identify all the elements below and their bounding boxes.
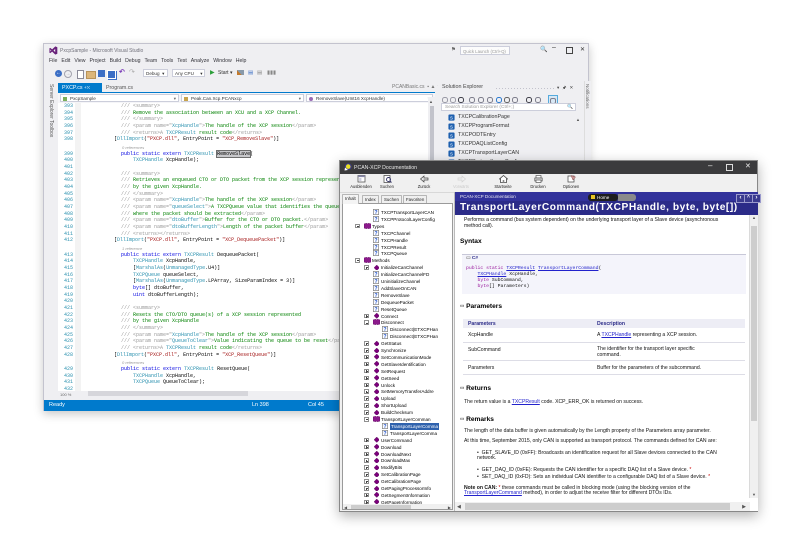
svg-text:S: S: [450, 151, 453, 157]
svg-text:?: ?: [374, 286, 377, 291]
svg-text:?: ?: [374, 293, 377, 298]
svg-text:?: ?: [374, 251, 377, 256]
svg-text:?: ?: [374, 272, 377, 277]
svg-text:?: ?: [383, 334, 386, 339]
svg-text:?: ?: [374, 237, 377, 242]
svg-text:S: S: [450, 115, 453, 121]
svg-text:?: ?: [374, 217, 377, 222]
svg-text:S: S: [450, 142, 453, 148]
svg-text:?: ?: [383, 327, 386, 332]
svg-text:S: S: [450, 124, 453, 130]
svg-text:?: ?: [374, 244, 377, 249]
svg-text:?: ?: [374, 300, 377, 305]
svg-text:S: S: [450, 133, 453, 139]
svg-text:?: ?: [374, 231, 377, 236]
svg-text:?: ?: [383, 431, 386, 436]
svg-text:?: ?: [374, 279, 377, 284]
svg-text:?: ?: [374, 306, 377, 311]
svg-text:?: ?: [383, 424, 386, 429]
svg-text:?: ?: [374, 210, 377, 215]
